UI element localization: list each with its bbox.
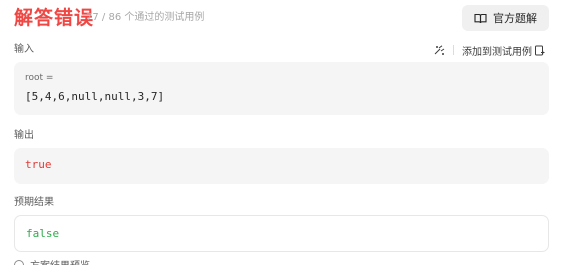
- result-status-title: 解答错误: [14, 7, 95, 29]
- input-box: root = [5,4,6,null,null,3,7]: [14, 62, 549, 115]
- circle-icon: [14, 259, 24, 265]
- official-solution-label: 官方题解: [493, 12, 537, 25]
- footer-text: 方案结果预览: [30, 257, 90, 265]
- expected-box: false: [14, 215, 549, 252]
- format-icon[interactable]: [434, 44, 445, 56]
- actions-divider: [453, 45, 454, 55]
- test-pass-count: 77 / 86 个通过的测试用例: [86, 12, 205, 23]
- result-preview-toggle[interactable]: 方案结果预览: [14, 257, 90, 265]
- add-to-testcase-label: 添加到测试用例: [462, 46, 532, 58]
- output-label: 输出: [14, 130, 34, 141]
- book-icon: [474, 13, 487, 23]
- official-solution-button[interactable]: 官方题解: [462, 5, 549, 31]
- add-to-testcase-button[interactable]: 添加到测试用例: [462, 43, 545, 58]
- result-header: 解答错误 77 / 86 个通过的测试用例 官方题解: [14, 5, 549, 32]
- add-testcase-icon: [535, 45, 545, 55]
- input-label: 输入: [14, 44, 34, 55]
- input-param-name: root =: [25, 73, 54, 83]
- input-value: [5,4,6,null,null,3,7]: [25, 90, 165, 103]
- expected-value: false: [26, 227, 60, 240]
- output-value: true: [25, 158, 52, 171]
- expected-label: 预期结果: [14, 197, 54, 208]
- input-actions: 添加到测试用例: [434, 43, 545, 58]
- output-box: true: [14, 148, 549, 184]
